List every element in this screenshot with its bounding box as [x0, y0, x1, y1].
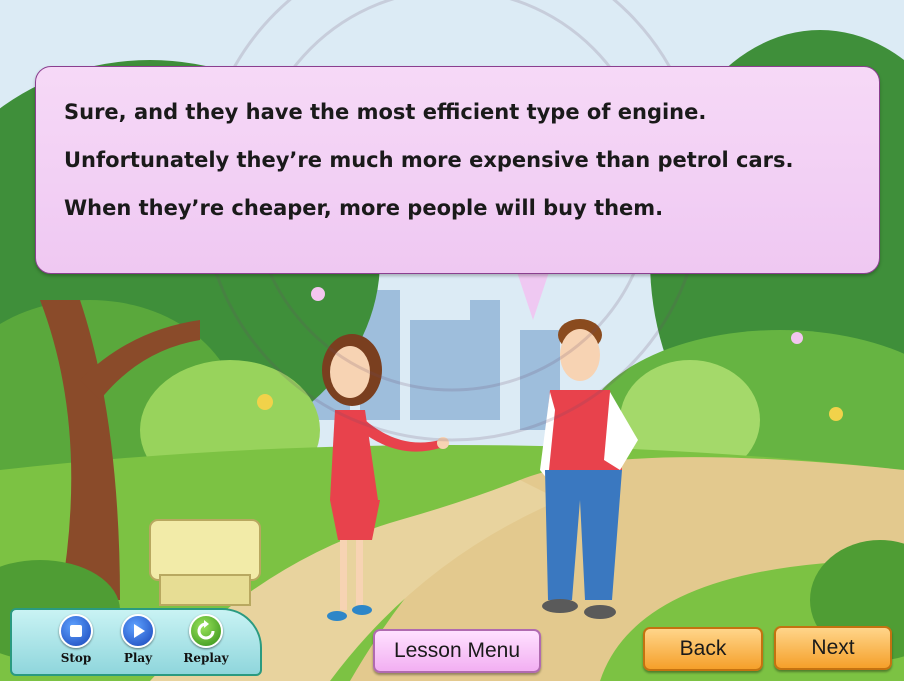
- lesson-menu-button[interactable]: Lesson Menu: [373, 629, 541, 673]
- replay-button[interactable]: Replay: [178, 614, 234, 674]
- play-button[interactable]: Play: [110, 614, 166, 674]
- dialogue-line-3: When they’re cheaper, more people will b…: [64, 196, 664, 220]
- next-button[interactable]: Next: [774, 626, 892, 670]
- dialogue-line-1: Sure, and they have the most efficient t…: [64, 100, 707, 124]
- speech-bubble-tail: [517, 272, 549, 320]
- replay-label: Replay: [183, 651, 229, 665]
- back-button[interactable]: Back: [643, 627, 763, 671]
- stop-label: Stop: [60, 651, 92, 665]
- speech-bubble: Sure, and they have the most efficient t…: [35, 66, 880, 274]
- dialogue-line-2: Unfortunately they’re much more expensiv…: [64, 148, 794, 172]
- stop-icon: [59, 614, 93, 648]
- play-icon: [121, 614, 155, 648]
- play-label: Play: [123, 651, 153, 665]
- media-controls-panel: Stop Play Replay: [10, 608, 262, 676]
- lesson-stage: Sure, and they have the most efficient t…: [0, 0, 904, 681]
- stop-button[interactable]: Stop: [48, 614, 104, 674]
- replay-icon: [189, 614, 223, 648]
